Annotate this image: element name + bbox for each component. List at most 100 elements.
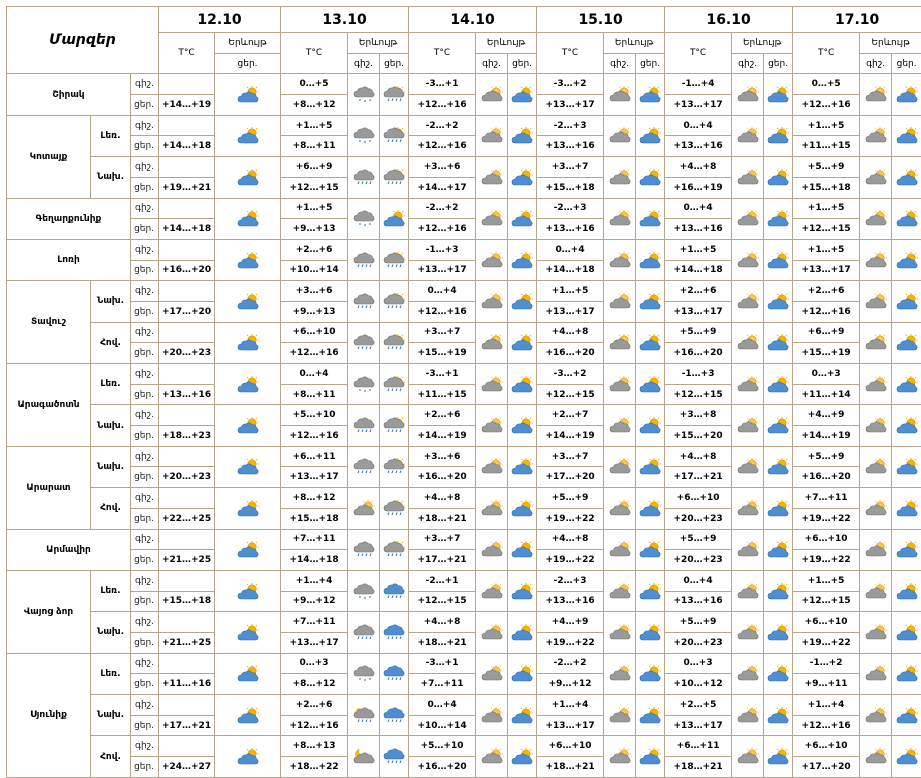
partly-sunny-icon <box>237 417 259 434</box>
cloudy-icon <box>865 583 887 600</box>
partly-sunny-icon <box>896 583 918 600</box>
temp-cell: +5…+9 <box>665 612 732 633</box>
cloudy-icon <box>737 252 759 269</box>
weather-cell <box>215 695 281 736</box>
time-of-day-label: գիշ. <box>131 446 159 467</box>
temp-cell: +12…+15 <box>793 591 860 612</box>
cloudy-icon <box>865 169 887 186</box>
weather-cell <box>380 612 409 653</box>
weather-cell <box>508 488 537 529</box>
temp-cell <box>159 570 215 591</box>
subregion-name: Նախ. <box>91 446 131 487</box>
weather-cell <box>892 488 921 529</box>
temp-cell: -2…+3 <box>537 198 604 219</box>
cloudy-icon <box>481 500 503 517</box>
weather-cell <box>348 570 380 611</box>
temp-cell: +2…+6 <box>281 695 348 716</box>
temp-cell: +13…+17 <box>793 260 860 281</box>
weather-cell <box>732 198 764 239</box>
weather-cell <box>508 570 537 611</box>
sun-rain-icon <box>383 541 405 558</box>
temp-cell: +20…+23 <box>665 632 732 653</box>
temp-cell: +4…+8 <box>409 488 476 509</box>
temp-header: T°C <box>665 33 732 74</box>
partly-sunny-icon <box>767 500 789 517</box>
partly-sunny-icon <box>639 293 661 310</box>
cloudy-icon <box>737 417 759 434</box>
temp-cell: +12…+16 <box>409 95 476 116</box>
rain-cloud-icon <box>353 334 375 351</box>
cloudy-icon <box>481 252 503 269</box>
cloudy-icon <box>609 500 631 517</box>
weather-cell <box>380 198 409 239</box>
weather-cell <box>732 364 764 405</box>
date-header-5: 16.10 <box>665 7 793 33</box>
time-of-day-label: գիշ. <box>131 529 159 550</box>
partly-sunny-icon <box>511 500 533 517</box>
weather-cell <box>604 529 636 570</box>
temp-cell: +17…+21 <box>409 550 476 571</box>
weather-cell <box>476 612 508 653</box>
weather-cell <box>215 364 281 405</box>
temp-cell: -1…+3 <box>665 364 732 385</box>
partly-sunny-icon <box>896 127 918 144</box>
temp-cell: +12…+16 <box>281 715 348 736</box>
temp-cell: +12…+16 <box>793 301 860 322</box>
partly-sunny-icon <box>237 624 259 641</box>
temp-cell: -3…+1 <box>409 653 476 674</box>
temp-cell: +8…+12 <box>281 95 348 116</box>
cloudy-icon <box>481 127 503 144</box>
cloudy-icon <box>609 210 631 227</box>
temp-cell: +17…+20 <box>793 757 860 778</box>
temp-cell: +12…+15 <box>537 384 604 405</box>
rain-cloud-icon <box>353 541 375 558</box>
partly-sunny-icon <box>896 665 918 682</box>
weather-cell <box>476 364 508 405</box>
temp-cell: +3…+7 <box>537 446 604 467</box>
temp-cell: +4…+8 <box>665 446 732 467</box>
cloudy-icon <box>609 583 631 600</box>
temp-cell: +6…+10 <box>793 612 860 633</box>
cloudy-icon <box>609 665 631 682</box>
partly-sunny-icon <box>639 417 661 434</box>
weather-cell <box>764 198 793 239</box>
partly-sunny-icon <box>511 583 533 600</box>
temp-cell <box>159 364 215 385</box>
partly-sunny-icon <box>511 541 533 558</box>
temp-cell: 0…+5 <box>281 74 348 95</box>
temp-cell: +19…+22 <box>537 508 604 529</box>
temp-cell: +13…+17 <box>665 301 732 322</box>
weather-cell <box>215 570 281 611</box>
temp-cell: +14…+18 <box>159 136 215 157</box>
rain-cloud-icon <box>353 252 375 269</box>
temp-cell: +15…+20 <box>665 426 732 447</box>
temp-cell: +1…+5 <box>281 198 348 219</box>
temp-cell: +12…+16 <box>409 219 476 240</box>
cloudy-icon <box>737 86 759 103</box>
partly-sunny-icon <box>639 376 661 393</box>
temp-cell: +3…+7 <box>409 322 476 343</box>
table-row: Վայոց ձորԼեռ.գիշ.+1…+4-2…+1-2…+30…+4+1…+… <box>7 570 921 591</box>
partly-sunny-icon <box>896 252 918 269</box>
weather-cell <box>508 653 537 694</box>
time-of-day-label: գիշ. <box>131 612 159 633</box>
subregion-name: Լեռ. <box>91 115 131 156</box>
temp-cell: +13…+17 <box>537 95 604 116</box>
weather-cell <box>860 281 892 322</box>
weather-cell <box>476 322 508 363</box>
partly-sunny-icon <box>511 417 533 434</box>
temp-cell: +14…+18 <box>665 260 732 281</box>
cloudy-icon <box>865 417 887 434</box>
partly-sunny-icon <box>511 169 533 186</box>
day-subheader: ցեր. <box>215 53 281 74</box>
cloudy-icon <box>481 458 503 475</box>
weather-cell <box>764 653 793 694</box>
temp-cell: +13…+17 <box>409 260 476 281</box>
temp-cell: +13…+16 <box>665 591 732 612</box>
temp-cell: +6…+11 <box>665 736 732 757</box>
partly-sunny-icon <box>639 86 661 103</box>
partly-sunny-icon <box>383 210 405 227</box>
night-subheader: գիշ. <box>604 53 636 74</box>
temp-cell: +4…+9 <box>793 405 860 426</box>
cloudy-icon <box>865 707 887 724</box>
